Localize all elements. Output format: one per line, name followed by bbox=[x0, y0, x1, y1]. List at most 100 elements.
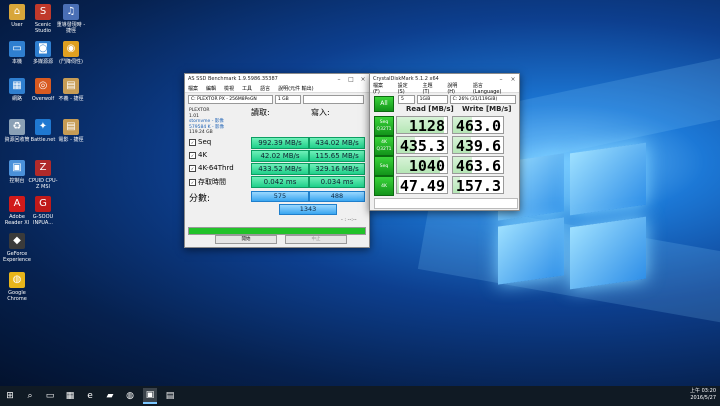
write-value: 439.6 bbox=[455, 137, 501, 154]
desktop-icon[interactable]: S Scenic Studio bbox=[28, 4, 58, 34]
name-field[interactable] bbox=[303, 95, 364, 104]
app-icon: ✦ bbox=[35, 119, 51, 135]
write-header: Write [MB/s] bbox=[462, 105, 512, 113]
menu-tools[interactable]: 工具 bbox=[242, 85, 252, 92]
score-total: 1343 bbox=[279, 204, 337, 215]
close-icon[interactable]: × bbox=[357, 76, 369, 83]
menu-view[interactable]: 檢視 bbox=[224, 85, 234, 92]
read-value: 47.49 bbox=[399, 177, 445, 194]
drive-select[interactable]: C: 26% (31/119GiB) bbox=[449, 95, 516, 104]
cdm-menubar: 檔案(F) 設定(S) 主題(T) 說明(H) 語言(Language) bbox=[370, 82, 519, 95]
system-tray[interactable]: 上午 03:20 2016/5/27 bbox=[690, 388, 716, 402]
row-label: ✓ 4K bbox=[189, 151, 208, 159]
menu-file[interactable]: 檔案(F) bbox=[373, 82, 390, 95]
desktop-icon-label: CPUID CPU-Z MSI bbox=[28, 178, 58, 190]
desktop-icon[interactable]: Z CPUID CPU-Z MSI bbox=[28, 160, 58, 190]
checkbox[interactable]: ✓ bbox=[189, 151, 196, 159]
4k-write-value: 115.65 MB/s bbox=[309, 150, 365, 162]
menu-language[interactable]: 語言 bbox=[260, 85, 270, 92]
result-row-4k: ✓ 4K 42.02 MB/s 115.65 MB/s bbox=[189, 150, 365, 162]
test-button[interactable]: Seq Q32T1 bbox=[374, 116, 394, 136]
all-button[interactable]: All bbox=[374, 96, 394, 112]
menu-language[interactable]: 語言(Language) bbox=[473, 82, 511, 95]
score-label: 分數: bbox=[189, 194, 211, 204]
menu-help[interactable]: 說明(H) bbox=[447, 82, 465, 95]
app-icon: ⌂ bbox=[9, 4, 25, 20]
desktop-icon[interactable]: ▤ 不義 - 捷徑 bbox=[56, 78, 86, 102]
desktop-icon-label: Google Chrome bbox=[7, 290, 27, 302]
edge-icon[interactable]: e bbox=[83, 389, 97, 403]
taskbar: ⊞ ⌕ ▭ ▦ e ▰ ◍ ▣ ▤ 上午 03:20 2016/5/27 bbox=[0, 386, 720, 406]
desktop-icon-label: 不義 - 捷徑 bbox=[58, 96, 84, 102]
desktop: ⌂ User S Scenic Studio ♫ 重導發現時 - 捷徑 ▭ 本機 ◙ 多媒源源 ◉(… bbox=[0, 0, 720, 386]
app-icon: ▣ bbox=[9, 160, 25, 176]
search-icon[interactable]: ⌕ bbox=[23, 389, 37, 403]
size-select[interactable]: 1GiB bbox=[416, 95, 448, 104]
maximize-icon[interactable]: □ bbox=[345, 76, 357, 83]
checkbox[interactable]: ✓ bbox=[189, 138, 196, 146]
score-read: 575 bbox=[251, 191, 309, 202]
minimize-icon[interactable]: – bbox=[333, 76, 345, 83]
explorer-icon[interactable]: ▰ bbox=[103, 389, 117, 403]
desktop-icon-label: GeForce Experience bbox=[3, 251, 31, 263]
write-result: 157.3 bbox=[452, 176, 504, 194]
calculator-icon[interactable]: ▦ bbox=[63, 389, 77, 403]
task-view-icon[interactable]: ▭ bbox=[43, 389, 57, 403]
read-result: 435.3 bbox=[396, 136, 448, 154]
app-icon: ◍ bbox=[9, 272, 25, 288]
desktop-icon-label: 電影 - 捷徑 bbox=[58, 137, 84, 143]
desktop-icon-label: Overwolf bbox=[31, 96, 55, 102]
desktop-icon[interactable]: ▤ 電影 - 捷徑 bbox=[56, 119, 86, 143]
as-ssd-selectors: C: PLEXTOR PX - 256M8PeGN 1 GB bbox=[188, 95, 364, 104]
desktop-icon[interactable]: ◎ Overwolf bbox=[28, 78, 58, 102]
desktop-icon[interactable]: ◆ GeForce Experience bbox=[2, 233, 32, 263]
desktop-icon[interactable]: ♫ 重導發現時 - 捷徑 bbox=[56, 4, 86, 34]
runs-select[interactable]: 5 bbox=[398, 95, 415, 104]
cdm-selectors: 5 1GiB C: 26% (31/119GiB) bbox=[398, 95, 516, 104]
as-ssd-menubar: 檔案 編輯 檢視 工具 語言 說明(元件 輸出) bbox=[185, 84, 369, 93]
taskbar-items: ⊞ ⌕ ▭ ▦ e ▰ ◍ ▣ ▤ bbox=[0, 388, 180, 404]
checkbox[interactable]: ✓ bbox=[189, 178, 196, 186]
as-ssd-icon[interactable]: ▣ bbox=[143, 388, 157, 404]
as-ssd-title: AS SSD Benchmark 1.9.5986.35387 bbox=[188, 76, 278, 82]
app-icon: ◙ bbox=[35, 41, 51, 57]
test-button[interactable]: 4K Q32T1 bbox=[374, 136, 394, 156]
drive-select[interactable]: C: PLEXTOR PX - 256M8PeGN bbox=[188, 95, 273, 104]
read-result: 1040 bbox=[396, 156, 448, 174]
menu-theme[interactable]: 主題(T) bbox=[423, 82, 440, 95]
result-row-access: ✓ 存取時間 0.042 ms 0.034 ms bbox=[189, 176, 365, 188]
write-value: 157.3 bbox=[455, 177, 501, 194]
desktop-icon[interactable]: ◙ 多媒源源 bbox=[28, 41, 58, 65]
start-button[interactable]: 開始 bbox=[215, 235, 277, 244]
write-result: 439.6 bbox=[452, 136, 504, 154]
desktop-icon[interactable]: ◍ Google Chrome bbox=[2, 272, 32, 302]
size-select[interactable]: 1 GB bbox=[274, 95, 301, 104]
seq-write-value: 434.02 MB/s bbox=[309, 137, 365, 149]
test-button[interactable]: 4K bbox=[374, 176, 394, 196]
checkbox[interactable]: ✓ bbox=[189, 164, 196, 172]
clock-time: 上午 03:20 bbox=[690, 388, 716, 394]
chrome-icon[interactable]: ◍ bbox=[123, 389, 137, 403]
app-icon: ▤ bbox=[63, 78, 79, 94]
app-icon: ▭ bbox=[9, 41, 25, 57]
desktop-icon[interactable]: G G-SOOU INPUA... bbox=[28, 196, 58, 226]
stop-button[interactable]: 中止 bbox=[285, 235, 347, 244]
write-value: 463.6 bbox=[455, 157, 501, 174]
status-text: - : --:-- bbox=[341, 217, 357, 223]
clock-date: 2016/5/27 bbox=[690, 395, 716, 401]
as-ssd-titlebar[interactable]: AS SSD Benchmark 1.9.5986.35387 – □ × bbox=[185, 74, 369, 84]
test-button[interactable]: Seq bbox=[374, 156, 394, 176]
comment-field[interactable] bbox=[374, 198, 518, 209]
menu-help[interactable]: 說明(元件 輸出) bbox=[278, 85, 314, 92]
menu-file[interactable]: 檔案 bbox=[188, 85, 198, 92]
crystaldiskmark-icon[interactable]: ▤ bbox=[163, 389, 177, 403]
as-ssd-window[interactable]: AS SSD Benchmark 1.9.5986.35387 – □ × 檔案… bbox=[184, 73, 370, 248]
menu-edit[interactable]: 編輯 bbox=[206, 85, 216, 92]
desktop-icon[interactable]: ✦ Battle.net bbox=[28, 119, 58, 143]
menu-settings[interactable]: 設定(S) bbox=[398, 82, 415, 95]
app-icon: S bbox=[35, 4, 51, 20]
cdm-window[interactable]: CrystalDiskMark 5.1.2 x64 – × 檔案(F) 設定(S… bbox=[369, 73, 520, 211]
desktop-icon[interactable]: ◉ (鬥降伺性) bbox=[56, 41, 86, 65]
start-icon[interactable]: ⊞ bbox=[3, 389, 17, 403]
app-icon: A bbox=[9, 196, 25, 212]
